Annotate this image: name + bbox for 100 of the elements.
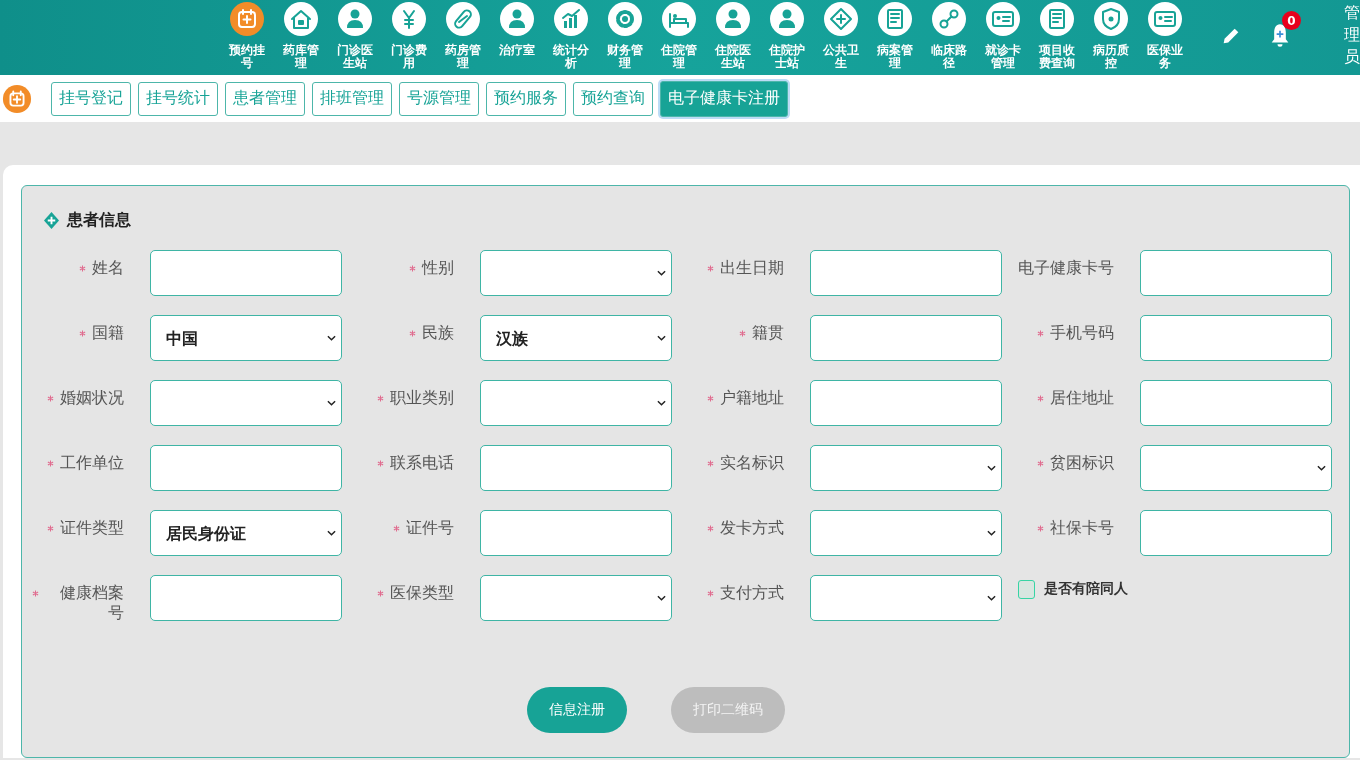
- diamond-plus-icon: [44, 212, 59, 229]
- input-field[interactable]: [480, 510, 672, 556]
- select-field[interactable]: [480, 250, 672, 296]
- tab[interactable]: 挂号统计: [138, 81, 218, 116]
- field-label: 贫困标识: [1050, 453, 1114, 473]
- select-field[interactable]: 居民身份证: [150, 510, 342, 556]
- field-label: 国籍: [92, 323, 124, 343]
- select-field[interactable]: [810, 575, 1002, 621]
- nav-item[interactable]: 项目收费查询: [1030, 0, 1084, 70]
- field-label: 证件号: [406, 518, 454, 538]
- chart-icon: [553, 1, 589, 37]
- person-icon: [337, 1, 373, 37]
- field-label: 发卡方式: [720, 518, 784, 538]
- chevron-icon: [987, 595, 996, 601]
- select-field[interactable]: [480, 575, 672, 621]
- tab[interactable]: 挂号登记: [51, 81, 131, 116]
- tab[interactable]: 预约查询: [573, 81, 653, 116]
- checkbox-label: 是否有陪同人: [1044, 580, 1128, 598]
- nav-item[interactable]: 公共卫生: [814, 0, 868, 70]
- field-label: 出生日期: [720, 258, 784, 278]
- nav-item[interactable]: 病案管理: [868, 0, 922, 70]
- document-icon: [877, 1, 913, 37]
- input-field[interactable]: [810, 315, 1002, 361]
- input-field[interactable]: [810, 380, 1002, 426]
- chevron-icon: [327, 335, 336, 341]
- person-icon: [499, 1, 535, 37]
- tab[interactable]: 预约服务: [486, 81, 566, 116]
- nav-item[interactable]: 临床路径: [922, 0, 976, 70]
- nav-item[interactable]: 门诊费用: [382, 0, 436, 70]
- section-title: 患者信息: [67, 210, 131, 231]
- field-label: 姓名: [92, 258, 124, 278]
- yen-icon: [391, 1, 427, 37]
- tab[interactable]: 患者管理: [225, 81, 305, 116]
- nav-item[interactable]: 财务管理: [598, 0, 652, 70]
- input-field[interactable]: [150, 445, 342, 491]
- field-label: 实名标识: [720, 453, 784, 473]
- select-field[interactable]: [810, 510, 1002, 556]
- nav-item[interactable]: 药房管理: [436, 0, 490, 70]
- field-label: 工作单位: [60, 453, 124, 473]
- nav-item[interactable]: 药库管理: [274, 0, 328, 70]
- chevron-icon: [327, 530, 336, 536]
- checkbox[interactable]: [1018, 579, 1035, 599]
- notification-badge: 0: [1282, 11, 1301, 30]
- select-field[interactable]: [1140, 445, 1332, 491]
- house-icon: [283, 1, 319, 37]
- chevron-icon: [987, 530, 996, 536]
- field-label: 社保卡号: [1050, 518, 1114, 538]
- tab[interactable]: 电子健康卡注册: [660, 80, 788, 117]
- nav-item[interactable]: 住院护士站: [760, 0, 814, 70]
- link-icon: [931, 1, 967, 37]
- bed-icon: [661, 1, 697, 37]
- person-icon: [769, 1, 805, 37]
- chevron-icon: [657, 335, 666, 341]
- input-field[interactable]: [150, 575, 342, 621]
- nav-item[interactable]: 预约挂号: [220, 0, 274, 70]
- id-card-icon: [1147, 1, 1183, 37]
- field-label: 职业类别: [390, 388, 454, 408]
- calendar-icon: [229, 1, 265, 37]
- user-name[interactable]: 管理员: [1344, 2, 1360, 68]
- select-field[interactable]: [810, 445, 1002, 491]
- id-card-icon: [985, 1, 1021, 37]
- field-label: 健康档案号: [59, 583, 124, 623]
- field-label: 支付方式: [720, 583, 784, 603]
- document-icon: [1039, 1, 1075, 37]
- chevron-icon: [657, 400, 666, 406]
- input-field[interactable]: [1140, 510, 1332, 556]
- input-field[interactable]: [1140, 380, 1332, 426]
- select-field[interactable]: [150, 380, 342, 426]
- field-label: 民族: [422, 323, 454, 343]
- nav-item[interactable]: 统计分析: [544, 0, 598, 70]
- select-field[interactable]: 汉族: [480, 315, 672, 361]
- nav-item[interactable]: 住院医生站: [706, 0, 760, 70]
- field-label: 手机号码: [1050, 323, 1114, 343]
- nav-item[interactable]: 就诊卡管理: [976, 0, 1030, 70]
- input-field[interactable]: [480, 445, 672, 491]
- tab[interactable]: 排班管理: [312, 81, 392, 116]
- chevron-icon: [657, 270, 666, 276]
- chevron-icon: [987, 465, 996, 471]
- shield-icon: [1093, 1, 1129, 37]
- register-button[interactable]: 信息注册: [526, 687, 627, 733]
- nav-item[interactable]: 门诊医生站: [328, 0, 382, 70]
- nav-item[interactable]: 医保业务: [1138, 0, 1192, 70]
- input-field[interactable]: [150, 250, 342, 296]
- input-field[interactable]: [1140, 250, 1332, 296]
- input-field[interactable]: [1140, 315, 1332, 361]
- field-label: 医保类型: [390, 583, 454, 603]
- field-label: 籍贯: [752, 323, 784, 343]
- nav-item[interactable]: 住院管理: [652, 0, 706, 70]
- field-label: 证件类型: [60, 518, 124, 538]
- chevron-icon: [657, 595, 666, 601]
- select-field[interactable]: [480, 380, 672, 426]
- nav-item[interactable]: 治疗室: [490, 0, 544, 70]
- field-label: 户籍地址: [720, 388, 784, 408]
- select-field[interactable]: 中国: [150, 315, 342, 361]
- nav-item[interactable]: 病历质控: [1084, 0, 1138, 70]
- tab[interactable]: 号源管理: [399, 81, 479, 116]
- field-label: 性别: [422, 258, 454, 278]
- field-label: 联系电话: [390, 453, 454, 473]
- chevron-icon: [327, 400, 336, 406]
- input-field[interactable]: [810, 250, 1002, 296]
